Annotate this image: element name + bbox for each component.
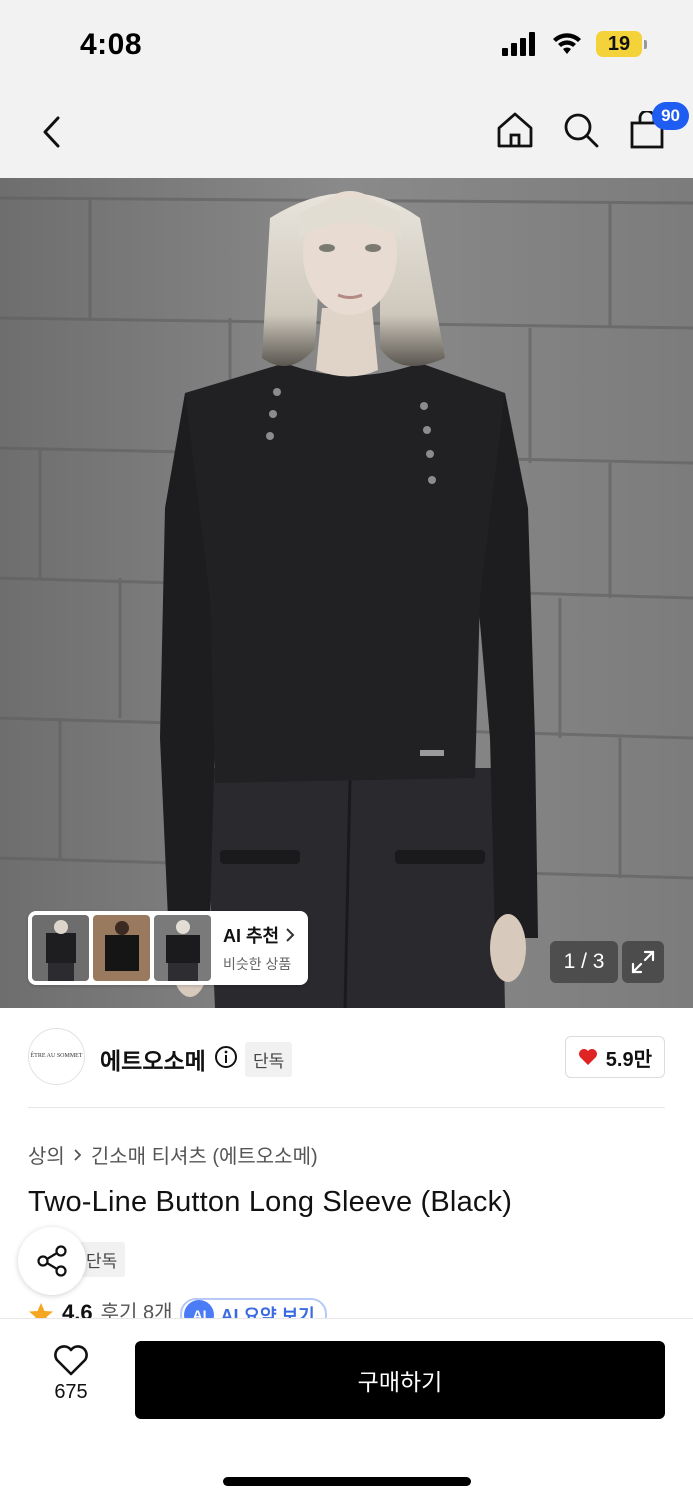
- exclusive-badge: 단독: [245, 1042, 293, 1077]
- ai-recommend-card[interactable]: AI 추천 비슷한 상품: [28, 911, 308, 985]
- buy-button[interactable]: 구매하기: [135, 1341, 665, 1419]
- wishlist-count: 675: [54, 1381, 88, 1403]
- chevron-left-icon[interactable]: [30, 110, 74, 154]
- bottom-action-bar: 675 구매하기: [0, 1318, 693, 1500]
- brand-logo-text: ÊTRE AU SOMMET: [30, 1052, 83, 1059]
- product-title: Two-Line Button Long Sleeve (Black): [28, 1186, 513, 1218]
- chevron-right-icon: [286, 928, 295, 942]
- expand-icon[interactable]: [622, 941, 664, 983]
- share-icon[interactable]: [18, 1227, 86, 1295]
- chevron-right-icon: [74, 1148, 82, 1161]
- brand-name[interactable]: 에트오소메: [100, 1042, 206, 1076]
- brand-logo[interactable]: ÊTRE AU SOMMET: [28, 1028, 85, 1085]
- home-icon[interactable]: [493, 108, 537, 152]
- status-time: 4:08: [80, 28, 143, 61]
- wifi-icon: [553, 33, 581, 54]
- ai-thumb-1: [32, 915, 89, 981]
- divider: [28, 1107, 665, 1108]
- breadcrumb-category[interactable]: 상의: [28, 1140, 65, 1169]
- signal-icon: [502, 32, 535, 56]
- ai-recommend-title: AI 추천: [223, 926, 280, 946]
- status-icons: 19: [502, 31, 647, 57]
- nav-bar: 90: [0, 90, 693, 178]
- search-icon[interactable]: [559, 108, 603, 152]
- image-counter: 1 / 3: [550, 941, 618, 983]
- shopping-bag-icon[interactable]: 90: [625, 102, 689, 152]
- ai-recommend-subtitle: 비슷한 상품: [223, 956, 292, 972]
- status-bar: 4:08 19: [0, 0, 693, 90]
- ai-thumb-3: [154, 915, 211, 981]
- product-photo: [0, 178, 693, 1008]
- wishlist-button[interactable]: 675: [40, 1345, 102, 1404]
- battery-level: 19: [596, 31, 642, 57]
- brand-row: ÊTRE AU SOMMET 에트오소메 단독 5.9만: [28, 1028, 665, 1086]
- brand-like-button[interactable]: 5.9만: [564, 1036, 665, 1078]
- heart-outline-icon: [54, 1345, 88, 1376]
- battery-icon: 19: [596, 31, 647, 57]
- brand-like-count: 5.9만: [605, 1048, 652, 1071]
- ai-thumb-2: [93, 915, 150, 981]
- home-indicator: [223, 1477, 471, 1486]
- product-image[interactable]: AI 추천 비슷한 상품 1 / 3: [0, 178, 693, 1008]
- breadcrumb-subcategory[interactable]: 긴소매 티셔츠 (에트오소메): [91, 1140, 318, 1169]
- breadcrumb: 상의 긴소매 티셔츠 (에트오소메): [28, 1140, 318, 1169]
- cart-count-badge: 90: [652, 102, 689, 130]
- info-icon[interactable]: [214, 1045, 238, 1069]
- heart-filled-icon: [578, 1049, 597, 1065]
